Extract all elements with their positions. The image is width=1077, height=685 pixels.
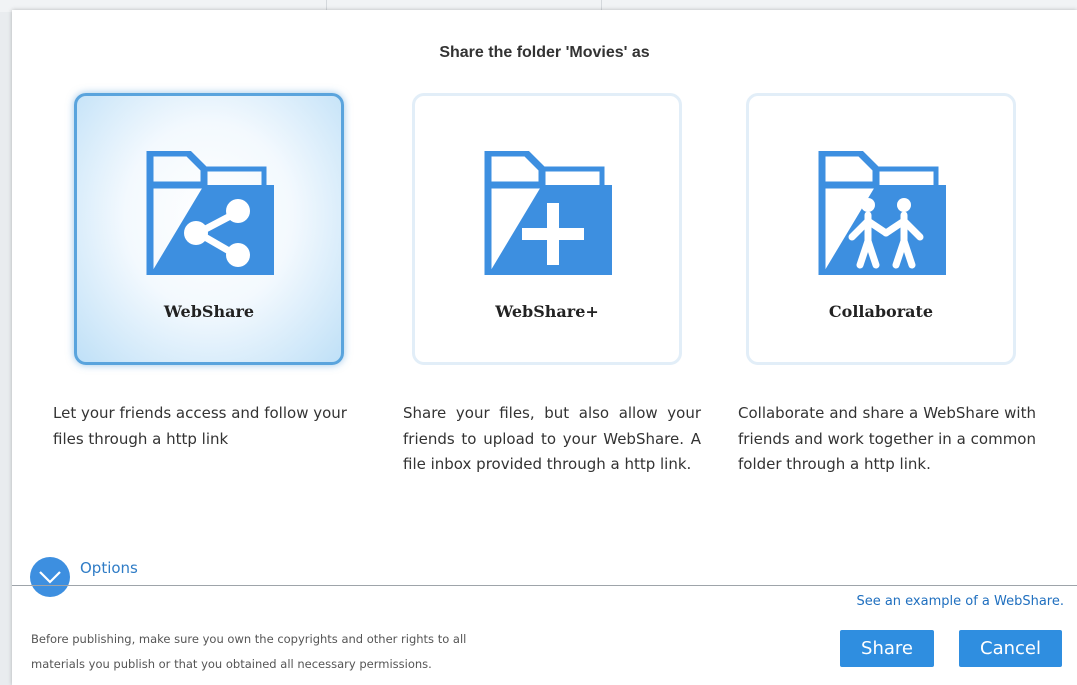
- collaborate-description: Collaborate and share a WebShare with fr…: [738, 404, 1036, 473]
- options-label[interactable]: Options: [80, 559, 138, 577]
- disclaimer-line-2: materials you publish or that you obtain…: [31, 657, 432, 671]
- webshare-plus-option-card[interactable]: WebShare+: [412, 93, 682, 365]
- collaborate-option-card[interactable]: Collaborate: [746, 93, 1016, 365]
- folder-share-icon: [146, 151, 274, 275]
- example-webshare-link[interactable]: See an example of a WebShare.: [856, 594, 1064, 609]
- webshare-description: Let your friends access and follow your …: [53, 404, 347, 448]
- copyright-disclaimer: Before publishing, make sure you own the…: [31, 627, 466, 677]
- folder-people-icon: [818, 151, 946, 275]
- webshare-plus-description: Share your files, but also allow your fr…: [403, 404, 701, 473]
- webshare-plus-label: WebShare+: [495, 302, 599, 321]
- chevron-down-icon: [39, 571, 61, 584]
- collaborate-label: Collaborate: [828, 302, 934, 321]
- webshare-label: WebShare: [163, 302, 255, 321]
- cancel-button[interactable]: Cancel: [959, 630, 1062, 667]
- share-dialog: Share the folder 'Movies' as WebShare We…: [12, 10, 1077, 685]
- disclaimer-line-1: Before publishing, make sure you own the…: [31, 632, 467, 646]
- footer-divider: [12, 585, 1077, 586]
- folder-plus-icon: [484, 151, 612, 275]
- options-expand-button[interactable]: [30, 557, 70, 597]
- share-button[interactable]: Share: [840, 630, 934, 667]
- dialog-title: Share the folder 'Movies' as: [439, 44, 650, 61]
- webshare-option-card[interactable]: WebShare: [74, 93, 344, 365]
